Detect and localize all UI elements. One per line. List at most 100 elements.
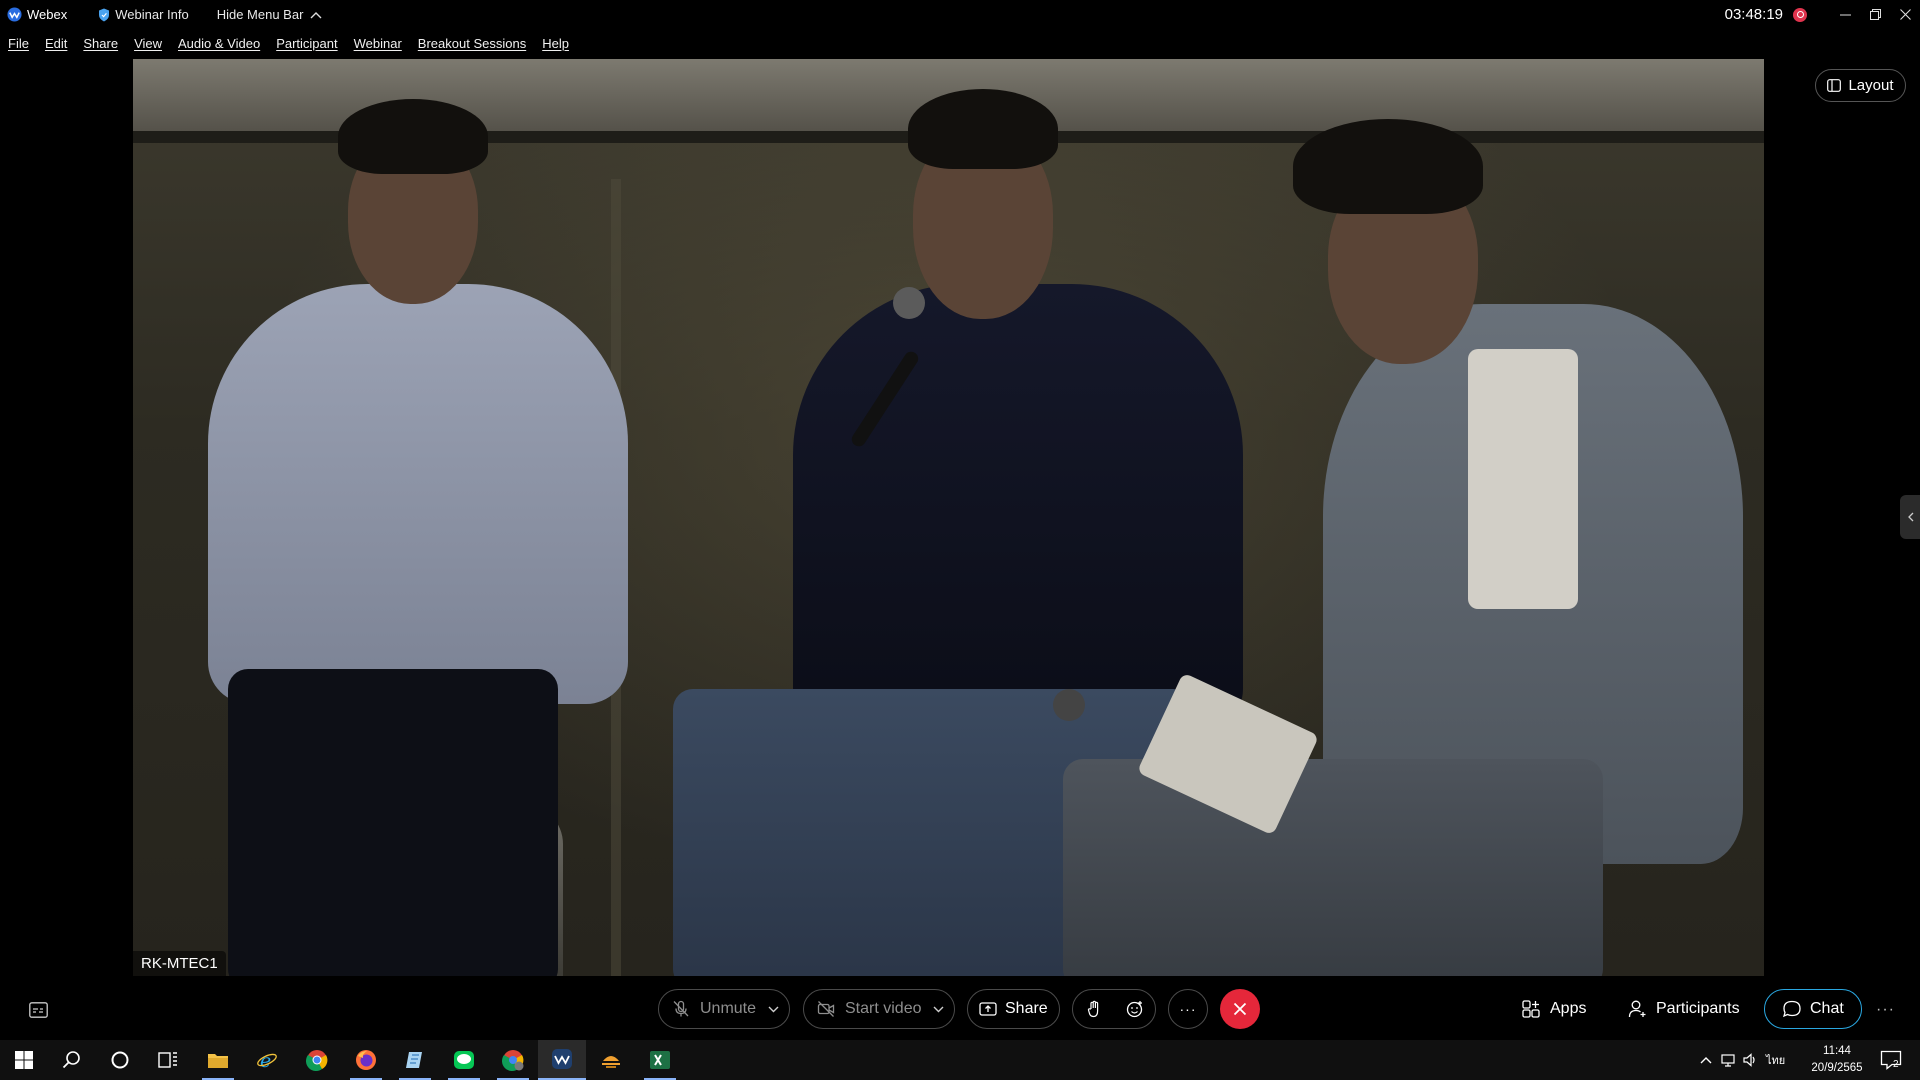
restore-icon — [1869, 9, 1881, 20]
menu-help[interactable]: Help — [542, 36, 569, 51]
search-button[interactable] — [48, 1040, 96, 1080]
volume-icon[interactable] — [1742, 1052, 1758, 1068]
layout-button[interactable]: Layout — [1815, 69, 1906, 102]
excel-button[interactable] — [636, 1040, 684, 1080]
minimize-button[interactable] — [1830, 0, 1860, 29]
internet-explorer-button[interactable]: e — [243, 1040, 291, 1080]
windows-taskbar: e ไทย 11:44 20/9/2565 2 — [0, 1040, 1920, 1080]
unmute-label: Unmute — [700, 1000, 757, 1017]
leave-meeting-button[interactable] — [1220, 989, 1260, 1029]
participant-name-label: RK-MTEC1 — [133, 951, 226, 976]
remote-app-icon — [406, 1052, 422, 1068]
taskbar-date: 20/9/2565 — [1811, 1062, 1863, 1074]
closed-captions-icon[interactable] — [29, 1002, 48, 1018]
network-icon[interactable] — [1720, 1052, 1736, 1068]
minimize-icon — [1839, 14, 1851, 16]
cortana-button[interactable] — [96, 1040, 144, 1080]
close-button[interactable] — [1890, 0, 1920, 29]
share-button[interactable]: Share — [967, 989, 1060, 1029]
excel-icon — [650, 1051, 670, 1069]
chevron-left-icon — [1907, 512, 1913, 522]
menu-webinar[interactable]: Webinar — [354, 36, 402, 51]
webex-logo-icon — [7, 7, 22, 22]
chevron-down-icon[interactable] — [768, 1006, 779, 1013]
raise-hand-button[interactable] — [1073, 1000, 1114, 1018]
system-tray: ไทย — [1698, 1040, 1785, 1080]
participants-label: Participants — [1656, 1000, 1740, 1017]
camera-off-icon — [817, 1001, 835, 1017]
svg-text:e: e — [260, 1050, 271, 1071]
video-feed[interactable]: RK-MTEC1 — [133, 59, 1764, 976]
app-taskbar-button[interactable] — [587, 1040, 635, 1080]
chrome-button[interactable] — [293, 1040, 341, 1080]
emoji-add-icon — [1126, 1001, 1142, 1018]
reactions-button[interactable] — [1114, 1000, 1155, 1018]
close-icon — [1233, 1002, 1247, 1016]
chat-button[interactable]: Chat — [1764, 989, 1862, 1029]
chevron-down-icon[interactable] — [933, 1006, 944, 1013]
apps-button[interactable]: Apps — [1522, 989, 1586, 1029]
restore-button[interactable] — [1860, 0, 1890, 29]
taskbar-time: 11:44 — [1823, 1045, 1851, 1057]
menu-breakout-sessions[interactable]: Breakout Sessions — [418, 36, 526, 51]
menu-participant[interactable]: Participant — [276, 36, 337, 51]
input-language-indicator[interactable]: ไทย — [1766, 1051, 1785, 1069]
more-options-button[interactable]: ··· — [1168, 989, 1208, 1029]
menu-file[interactable]: File — [8, 36, 29, 51]
apps-label: Apps — [1550, 1000, 1587, 1017]
menu-edit[interactable]: Edit — [45, 36, 67, 51]
close-icon — [1899, 9, 1911, 20]
chrome-icon — [306, 1050, 328, 1071]
file-explorer-button[interactable] — [194, 1040, 242, 1080]
line-chat-icon — [454, 1051, 474, 1069]
hide-menu-bar-button[interactable]: Hide Menu Bar — [217, 7, 323, 22]
reactions-group — [1072, 989, 1156, 1029]
app-name: Webex — [27, 7, 68, 22]
menu-audio-video[interactable]: Audio & Video — [178, 36, 260, 51]
webex-icon — [552, 1049, 572, 1069]
meeting-controls: Unmute Start video Share ··· Apps Partic… — [0, 985, 1920, 1035]
lamp-app-icon — [602, 1056, 620, 1068]
more-panels-button[interactable]: ··· — [1876, 1001, 1895, 1019]
start-button[interactable] — [0, 1040, 48, 1080]
chrome-profile-button[interactable] — [489, 1040, 537, 1080]
participants-icon — [1628, 1000, 1646, 1018]
recording-indicator-icon — [1793, 7, 1807, 22]
task-view-button[interactable] — [144, 1040, 192, 1080]
more-options-label: ··· — [1179, 1001, 1197, 1017]
chrome-profile-icon — [502, 1050, 524, 1071]
menu-share[interactable]: Share — [83, 36, 118, 51]
search-icon — [62, 1051, 80, 1069]
apps-icon — [1522, 1000, 1540, 1018]
shield-icon — [99, 8, 110, 21]
chevron-up-icon[interactable] — [1698, 1052, 1714, 1068]
notification-count-badge: 2 — [1893, 1059, 1899, 1070]
webinar-info-button[interactable]: Webinar Info — [98, 7, 189, 22]
task-view-icon — [158, 1052, 177, 1068]
chat-label: Chat — [1810, 1000, 1844, 1017]
webex-taskbar-button[interactable] — [538, 1040, 586, 1080]
start-video-label: Start video — [845, 1000, 922, 1017]
share-label: Share — [1005, 1000, 1048, 1017]
taskbar-clock[interactable]: 11:44 20/9/2565 — [1807, 1043, 1867, 1077]
line-button[interactable] — [440, 1040, 488, 1080]
folder-icon — [208, 1054, 228, 1068]
firefox-button[interactable] — [342, 1040, 390, 1080]
webinar-info-label: Webinar Info — [115, 7, 189, 22]
chevron-up-icon — [310, 11, 322, 18]
remote-desktop-button[interactable] — [391, 1040, 439, 1080]
internet-explorer-icon: e — [257, 1050, 277, 1071]
title-bar: Webex Webinar Info Hide Menu Bar 03:48:1… — [0, 0, 1920, 29]
raise-hand-icon — [1087, 1000, 1098, 1018]
start-video-button[interactable]: Start video — [803, 989, 955, 1029]
microphone-muted-icon — [673, 1000, 689, 1017]
cortana-circle-icon — [111, 1051, 129, 1069]
unmute-button[interactable]: Unmute — [658, 989, 790, 1029]
layout-icon — [1827, 79, 1842, 92]
firefox-icon — [356, 1050, 376, 1070]
side-panel-toggle[interactable] — [1900, 495, 1920, 539]
participants-button[interactable]: Participants — [1628, 989, 1740, 1029]
windows-logo-icon — [15, 1051, 33, 1069]
hide-menu-bar-label: Hide Menu Bar — [216, 7, 304, 22]
menu-view[interactable]: View — [134, 36, 162, 51]
